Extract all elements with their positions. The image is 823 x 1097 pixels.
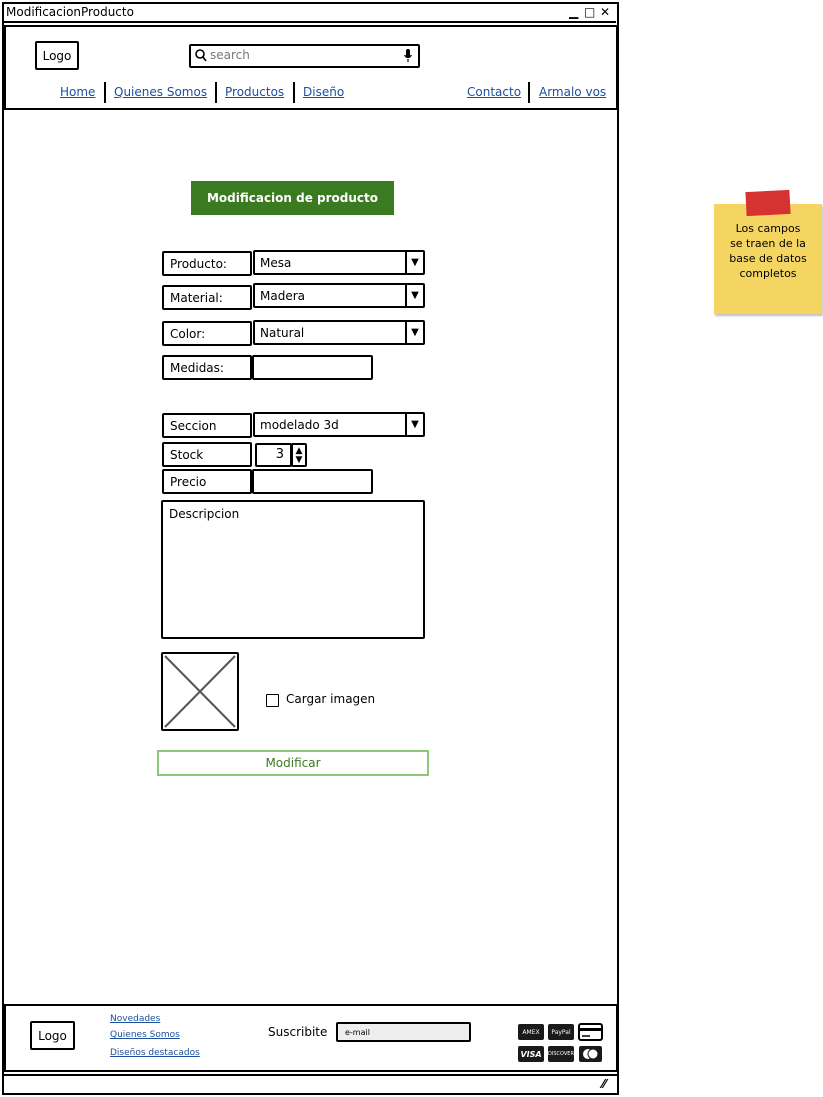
nav-separator [293, 82, 295, 103]
cargar-imagen-checkbox[interactable] [266, 694, 279, 707]
nav-separator [528, 82, 530, 103]
nav-contacto[interactable]: Contacto [467, 85, 521, 99]
close-icon[interactable]: ✕ [600, 5, 610, 19]
medidas-input[interactable] [252, 355, 373, 380]
color-select[interactable]: Natural ▼ [253, 320, 425, 345]
footer-link-quienes-somos[interactable]: Quienes Somos [110, 1030, 180, 1040]
note-line: se traen de la [730, 237, 806, 250]
email-input[interactable]: e-mail [336, 1022, 471, 1042]
mastercard-icon [578, 1045, 604, 1067]
paypal-icon: PayPal [548, 1024, 574, 1040]
seccion-value: modelado 3d [260, 418, 339, 432]
note-line: base de datos [729, 252, 807, 265]
search-icon [194, 47, 208, 67]
footer-link-disenos-destacados[interactable]: Diseños destacados [110, 1048, 200, 1058]
material-select[interactable]: Madera ▼ [253, 283, 425, 308]
precio-input[interactable] [252, 469, 373, 494]
medidas-label: Medidas: [162, 355, 252, 380]
stock-label: Stock [162, 442, 252, 467]
descripcion-textarea[interactable]: Descripcion [161, 500, 425, 639]
chevron-down-icon[interactable]: ▼ [405, 322, 423, 343]
note-line: completos [739, 267, 797, 280]
nav-home[interactable]: Home [60, 85, 95, 99]
color-label: Color: [162, 321, 252, 346]
suscribe-label: Suscribite [268, 1025, 328, 1039]
nav-separator [215, 82, 217, 103]
amex-icon: AMEX [518, 1024, 544, 1040]
precio-label: Precio [162, 469, 252, 494]
cargar-imagen-label: Cargar imagen [286, 692, 376, 706]
stepper-arrows-icon[interactable]: ▲ ▼ [291, 443, 307, 467]
header-logo[interactable]: Logo [35, 41, 79, 70]
nav-quienes-somos[interactable]: Quienes Somos [114, 85, 207, 99]
form-title: Modificacion de producto [191, 181, 394, 215]
minimize-icon[interactable]: ▁ [569, 5, 578, 19]
chevron-down-icon[interactable]: ▼ [405, 414, 423, 435]
color-value: Natural [260, 326, 305, 340]
material-value: Madera [260, 289, 305, 303]
credit-card-icon [578, 1023, 604, 1045]
chevron-down-icon[interactable]: ▼ [405, 252, 423, 273]
maximize-icon[interactable]: □ [584, 5, 595, 19]
nav-armalo-vos[interactable]: Armalo vos [539, 85, 606, 99]
nav-separator [104, 82, 106, 103]
microphone-icon[interactable] [403, 48, 413, 67]
resize-grip-icon[interactable]: ⁄⁄ [602, 1077, 606, 1091]
producto-value: Mesa [260, 256, 292, 270]
stock-stepper[interactable]: 3 [255, 443, 292, 467]
visa-icon: VISA [518, 1046, 544, 1062]
window-title: ModificacionProducto [6, 5, 134, 19]
footer-logo[interactable]: Logo [30, 1021, 75, 1050]
producto-label: Producto: [162, 251, 252, 276]
modificar-button[interactable]: Modificar [157, 750, 429, 776]
note-tape [745, 189, 791, 217]
status-bar [4, 1074, 618, 1094]
nav-productos[interactable]: Productos [225, 85, 284, 99]
producto-select[interactable]: Mesa ▼ [253, 250, 425, 275]
seccion-select[interactable]: modelado 3d ▼ [253, 412, 425, 437]
material-label: Material: [162, 285, 252, 310]
note-line: Los campos [735, 222, 801, 235]
seccion-label: Seccion [162, 413, 252, 438]
discover-icon: DISCOVER [548, 1046, 574, 1062]
footer-link-novedades[interactable]: Novedades [110, 1014, 160, 1024]
sticky-note: Los campos se traen de la base de datos … [714, 204, 822, 314]
nav-diseno[interactable]: Diseño [303, 85, 344, 99]
image-placeholder [161, 652, 239, 731]
chevron-down-icon[interactable]: ▼ [405, 285, 423, 306]
search-placeholder: search [210, 48, 250, 62]
